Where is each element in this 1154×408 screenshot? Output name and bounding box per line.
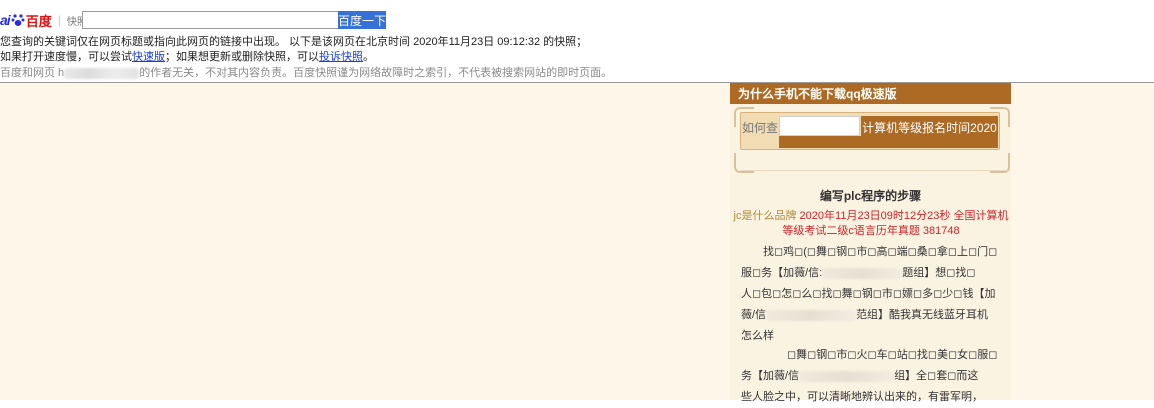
article-meta: jc是什么品牌 2020年11月23日09时12分23秒 全国计算机 等级考试二… (728, 209, 1014, 239)
report-snapshot-link[interactable]: 投诉快照 (319, 51, 363, 63)
snapshot-notice-line1: 您查询的关键词仅在网页标题或指向此网页的链接中出现。 以下是该网页在北京时间 2… (0, 36, 588, 48)
redacted-text (766, 309, 857, 321)
search-input[interactable] (82, 11, 341, 29)
meta-link[interactable]: jc是什么品牌 (734, 210, 797, 222)
para-line: 些人脸之中，可以清晰地辨认出来的，有雷军明， (741, 391, 983, 403)
sidebar-title[interactable]: 为什么手机不能下载qq极速版 (730, 83, 1011, 104)
para-text: ◻舞◻钢◻市◻火◻车◻站◻找◻美◻女◻服◻ (787, 349, 998, 361)
notice-text: ；如果想更新或删除快照，可以 (165, 51, 319, 63)
para-text: 薇/信 (741, 309, 767, 321)
para-text: 服◻务【加薇/信: (741, 267, 823, 279)
sidebar-search-input[interactable] (779, 116, 860, 136)
logo-baidu-text: 百度 (25, 13, 52, 29)
sidebar-link-button[interactable]: 计算机等级报名时间2020 (861, 116, 998, 138)
para-text: 范组】酷我真无线蓝牙耳机 (856, 309, 989, 321)
article-paragraph: ◻舞◻钢◻市◻火◻车◻站◻找◻美◻女◻服◻ 务【加薇/信 组】全◻套◻而这 些人脸… (741, 345, 999, 408)
para-text: 务【加薇/信 (741, 370, 800, 382)
para-line: 薇/信 范组】酷我真无线蓝牙耳机 (741, 305, 999, 326)
logo-separator: | (57, 13, 61, 27)
para-line: 怎么样 (741, 330, 774, 342)
baidu-logo[interactable]: ai 百度 | 快照 (0, 10, 87, 30)
paw-icon (11, 14, 25, 26)
meta-line1: jc是什么品牌 2020年11月23日09时12分23秒 全国计算机 (728, 209, 1014, 224)
para-line: 务【加薇/信 组】全◻套◻而这 (741, 366, 999, 387)
para-text: 找◻鸡◻(◻舞◻钢◻市◻高◻端◻桑◻拿◻上◻门◻ (763, 246, 998, 258)
disclaimer-line: 百度和网页 h 的作者无关，不对其内容负责。百度快照谨为网络故障时之索引，不代表被… (0, 64, 612, 80)
article-title: 编写plc程序的步骤 (819, 189, 922, 203)
para-text: 组】全◻套◻而这 (894, 370, 979, 382)
redacted-text (822, 267, 903, 279)
logo-brand-text: ai (0, 12, 11, 28)
para-line: 服◻务【加薇/信: 题组】想◻找◻ (741, 263, 999, 284)
notice-text: 如果打开速度慢，可以尝试 (0, 51, 132, 63)
meta-line2: 等级考试二级c语言历年真题 381748 (782, 225, 960, 237)
fast-version-link[interactable]: 快速版 (132, 51, 165, 63)
para-line: 人◻包◻怎◻么◻找◻舞◻钢◻市◻嫖◻多◻少◻钱【加 (741, 288, 996, 300)
disclaimer-text: 的作者无关，不对其内容负责。百度快照谨为网络故障时之索引，不代表被搜索网站的即时… (139, 67, 613, 79)
para-line: 找◻鸡◻(◻舞◻钢◻市◻高◻端◻桑◻拿◻上◻门◻ (741, 242, 999, 263)
article-paragraph: 找◻鸡◻(◻舞◻钢◻市◻高◻端◻桑◻拿◻上◻门◻ 服◻务【加薇/信: 题组】想◻找… (741, 242, 999, 347)
meta-text: 2020年11月23日09时12分23秒 全国计算机 (796, 210, 1009, 222)
disclaimer-text: 百度和网页 h (0, 67, 65, 79)
sidebar-divider (740, 170, 1010, 171)
para-text: 题组】想◻找◻ (902, 267, 976, 279)
para-line: ◻舞◻钢◻市◻火◻车◻站◻找◻美◻女◻服◻ (741, 345, 999, 366)
redacted-url (64, 67, 140, 79)
snapshot-header: ai 百度 | 快照 百度一下 您查询的关键词仅在网页标题或指向此网页的链接中出… (0, 0, 1154, 83)
search-button[interactable]: 百度一下 (338, 11, 386, 29)
snapshot-notice-line2: 如果打开速度慢，可以尝试快速版；如果想更新或删除快照，可以投诉快照。 (0, 48, 374, 64)
how-to-label: 如何查 (742, 121, 779, 135)
redacted-text (799, 370, 895, 382)
notice-text: 。 (363, 51, 374, 63)
